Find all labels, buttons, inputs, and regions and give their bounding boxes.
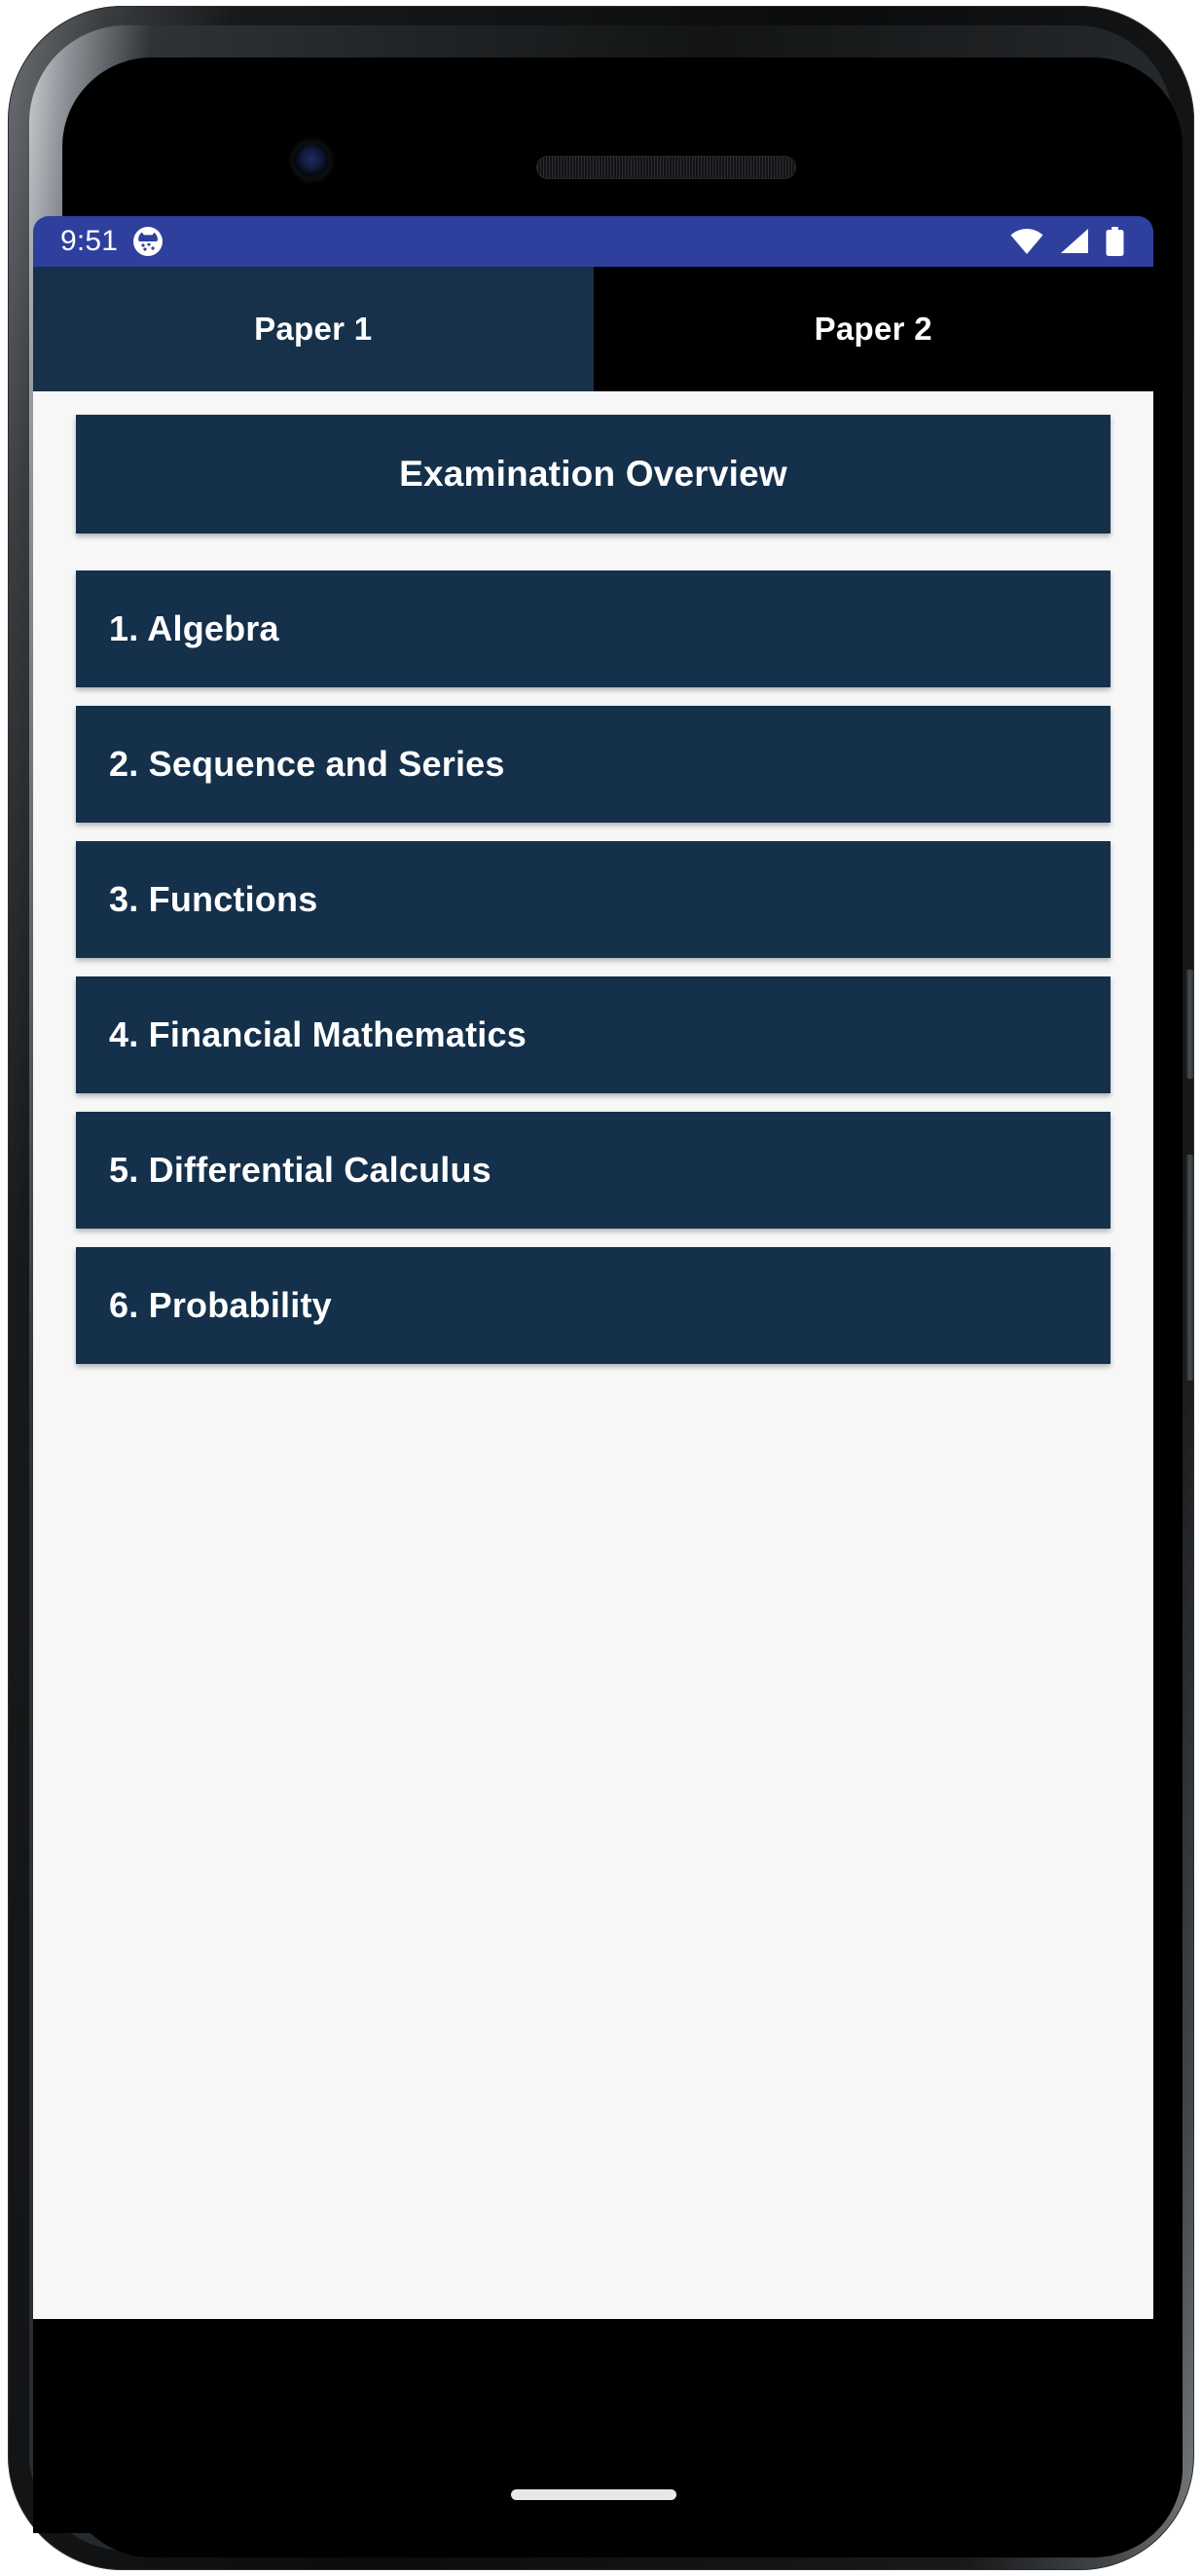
- topic-item-differential-calculus[interactable]: 5. Differential Calculus: [76, 1112, 1111, 1229]
- tab-paper-2[interactable]: Paper 2: [593, 267, 1153, 391]
- topic-item-algebra[interactable]: 1. Algebra: [76, 570, 1111, 687]
- wifi-icon: [1010, 229, 1043, 254]
- topic-item-label: 4. Financial Mathematics: [109, 1014, 527, 1054]
- topic-item-label: 6. Probability: [109, 1285, 332, 1325]
- tab-paper-1-label: Paper 1: [254, 311, 373, 347]
- content-area: Examination Overview 1. Algebra 2. Seque…: [33, 391, 1153, 2319]
- tab-paper-2-label: Paper 2: [814, 311, 932, 347]
- topic-item-label: 1. Algebra: [109, 608, 279, 648]
- topic-list: 1. Algebra 2. Sequence and Series 3. Fun…: [76, 570, 1111, 1364]
- power-button[interactable]: [1185, 970, 1194, 1079]
- battery-icon: [1106, 227, 1124, 256]
- home-gesture-pill[interactable]: [510, 2489, 676, 2500]
- tab-paper-1[interactable]: Paper 1: [33, 267, 594, 391]
- examination-overview-header: Examination Overview: [76, 415, 1111, 534]
- system-navigation-bar: [33, 2319, 1153, 2533]
- topic-item-label: 2. Sequence and Series: [109, 744, 505, 784]
- app-screen: 9:51 Paper 1 Paper 2 Examination Overvie…: [33, 216, 1153, 2319]
- topic-item-financial-mathematics[interactable]: 4. Financial Mathematics: [76, 976, 1111, 1093]
- volume-button[interactable]: [1185, 1155, 1194, 1380]
- status-bar: 9:51: [33, 216, 1153, 267]
- topic-item-functions[interactable]: 3. Functions: [76, 841, 1111, 958]
- topic-item-sequence-and-series[interactable]: 2. Sequence and Series: [76, 706, 1111, 823]
- status-bar-clock: 9:51: [60, 225, 119, 257]
- app-notification-icon: [133, 227, 164, 256]
- earpiece-speaker-icon: [537, 157, 795, 178]
- front-camera-icon: [294, 143, 329, 178]
- topic-item-label: 5. Differential Calculus: [109, 1150, 492, 1190]
- topic-item-probability[interactable]: 6. Probability: [76, 1247, 1111, 1364]
- tab-bar: Paper 1 Paper 2: [33, 267, 1153, 391]
- topic-item-label: 3. Functions: [109, 879, 318, 919]
- status-bar-left: 9:51: [60, 225, 164, 257]
- page-title: Examination Overview: [399, 454, 787, 494]
- cellular-signal-icon: [1060, 229, 1089, 254]
- status-bar-right: [1010, 227, 1124, 256]
- device-stage: 9:51 Paper 1 Paper 2 Examination Overvie…: [0, 0, 1202, 2576]
